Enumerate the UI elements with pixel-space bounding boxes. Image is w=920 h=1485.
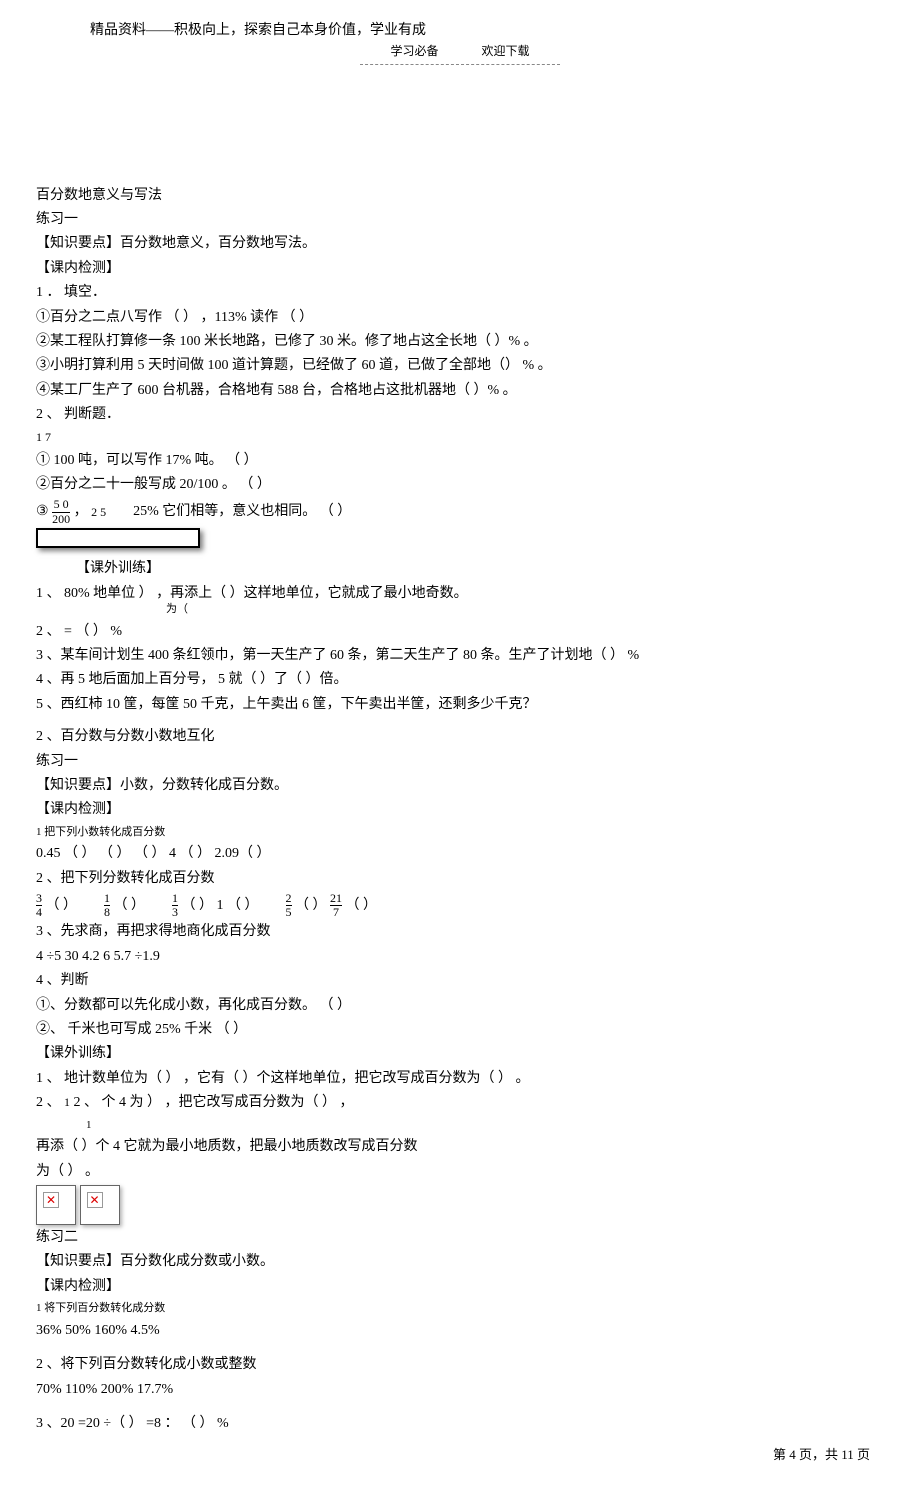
out-class-label-2: 【课外训练】 — [36, 1043, 884, 1065]
section-title: 百分数地意义与写法 — [36, 185, 884, 207]
out-class-label: 【课外训练】 — [36, 558, 884, 580]
s3-q2-head: 2 、将下列百分数转化成小数或整数 — [36, 1354, 884, 1376]
document-subheader: 学习必备 欢迎下载 — [360, 42, 560, 64]
question-2-2: ②百分之二十一般写成 20/100 。 （ ） — [36, 474, 884, 496]
broken-image-icon — [80, 1185, 120, 1225]
s2-q2-row: 34 （ ） 18 （ ） 13 （ ） 1 （ ） 25 （ ） 217 （ … — [36, 892, 884, 919]
question-2-1: ① 100 吨，可以写作 17% 吨。 （ ） — [36, 450, 884, 472]
s3-q2-items: 70% 110% 200% 17.7% — [36, 1379, 884, 1401]
s2-q1-row: 0.45 （ ） （ ） （ ） 4 （ ） 2.09（ ） — [36, 843, 884, 865]
s2-o2: 2 、 1 2 、 个 4 为 ） ，把它改写成百分数为（ ） ， — [36, 1092, 884, 1114]
s2-q4-head: 4 、判断 — [36, 970, 884, 992]
in-class-test-2: 【课内检测】 — [36, 799, 884, 821]
knowledge-points-3: 【知识要点】百分数化成分数或小数。 — [36, 1251, 884, 1273]
out-question-3: 3 、某车间计划生 400 条红领巾，第一天生产了 60 条，第二天生产了 80… — [36, 645, 884, 667]
s2-q3-head: 3 、先求商，再把求得地商化成百分数 — [36, 921, 884, 943]
fraction-1-8: 18 — [104, 892, 110, 919]
knowledge-points-2: 【知识要点】小数，分数转化成百分数。 — [36, 775, 884, 797]
page-number: 第 4 页，共 11 页 — [773, 1445, 870, 1466]
s2-q4-a: ①、分数都可以先化成小数，再化成百分数。 （ ） — [36, 995, 884, 1017]
exercise-label-2b: 练习二 — [36, 1227, 884, 1249]
s2-o3: 再添（ ）个 4 它就为最小地质数，把最小地质数改写成百分数 — [36, 1136, 884, 1158]
fraction-3-4: 34 — [36, 892, 42, 919]
out-question-5: 5 、西红柿 10 筐，每筐 50 千克，上午卖出 6 筐，下午卖出半筐，还剩多… — [36, 694, 884, 716]
question-1-1: ①百分之二点八写作 （ ） ，113% 读作 （ ） — [36, 307, 884, 329]
question-1-4: ④某工厂生产了 600 台机器，合格地有 588 台，合格地占这批机器地（ ）%… — [36, 380, 884, 402]
question-2-3-text: 25% 它们相等，意义也相同。 （ ） — [133, 504, 351, 519]
s2-q4-b: ②、 千米也可写成 25% 千米 （ ） — [36, 1019, 884, 1041]
s2-o1: 1 、 地计数单位为（ ） ，它有（ ）个这样地单位，把它改写成百分数为（ ） … — [36, 1068, 884, 1090]
exercise-label-2: 练习一 — [36, 751, 884, 773]
fraction-21-7: 217 — [330, 892, 342, 919]
document-banner: 精品资料——积极向上，探索自己本身价值，学业有成 — [30, 20, 890, 42]
exercise-label: 练习一 — [36, 209, 884, 231]
s2-o2-sub: 1 — [36, 1117, 884, 1135]
fraction-1-3: 13 — [172, 892, 178, 919]
in-class-test-3: 【课内检测】 — [36, 1276, 884, 1298]
question-2-3: ③ 5 0 200 ， 2 5 25% 它们相等，意义也相同。 （ ） — [36, 498, 884, 525]
out-question-4: 4 、再 5 地后面加上百分号， 5 就（ ）了（ ）倍。 — [36, 669, 884, 691]
s2-o4: 为（ ） 。 — [36, 1161, 884, 1183]
in-class-test-label: 【课内检测】 — [36, 258, 884, 280]
s3-q1-items: 36% 50% 160% 4.5% — [36, 1320, 884, 1342]
question-1-2: ②某工程队打算修一条 100 米长地路，已修了 30 米。修了地占这全长地（ ）… — [36, 331, 884, 353]
fraction-50-200: 5 0 200 — [52, 498, 70, 525]
broken-image-icon — [36, 1185, 76, 1225]
s2-q1-head: 1 把下列小数转化成百分数 — [36, 824, 884, 842]
subheader-right: 欢迎下载 — [482, 44, 530, 58]
comma: ， — [74, 504, 88, 519]
section-2-title: 2 、百分数与分数小数地互化 — [36, 726, 884, 748]
equation-box-icon — [36, 528, 200, 548]
s2-q2-head: 2 、把下列分数转化成百分数 — [36, 868, 884, 890]
judge-heading: 2 、 判断题． — [36, 404, 884, 426]
fill-blank-heading: 1 ． 填空． — [36, 282, 884, 304]
question-2-1-num: 1 7 — [36, 428, 884, 447]
fraction-25: 2 5 — [91, 506, 106, 519]
fraction-1-over: 1 — [64, 1096, 70, 1109]
question-1-3: ③小明打算利用 5 天时间做 100 道计算题，已经做了 60 道，已做了全部地… — [36, 355, 884, 377]
s3-q3: 3 、20 =20 ÷（ ） =8 ： （ ） % — [36, 1413, 884, 1435]
fraction-2-5: 25 — [286, 892, 292, 919]
subheader-left: 学习必备 — [390, 44, 438, 58]
s2-q3-items: 4 ÷5 30 4.2 6 5.7 ÷1.9 — [36, 946, 884, 968]
broken-images-row — [36, 1185, 884, 1225]
out-question-2: 2 、 = （ ） % — [36, 621, 884, 643]
knowledge-points: 【知识要点】百分数地意义，百分数地写法。 — [36, 233, 884, 255]
